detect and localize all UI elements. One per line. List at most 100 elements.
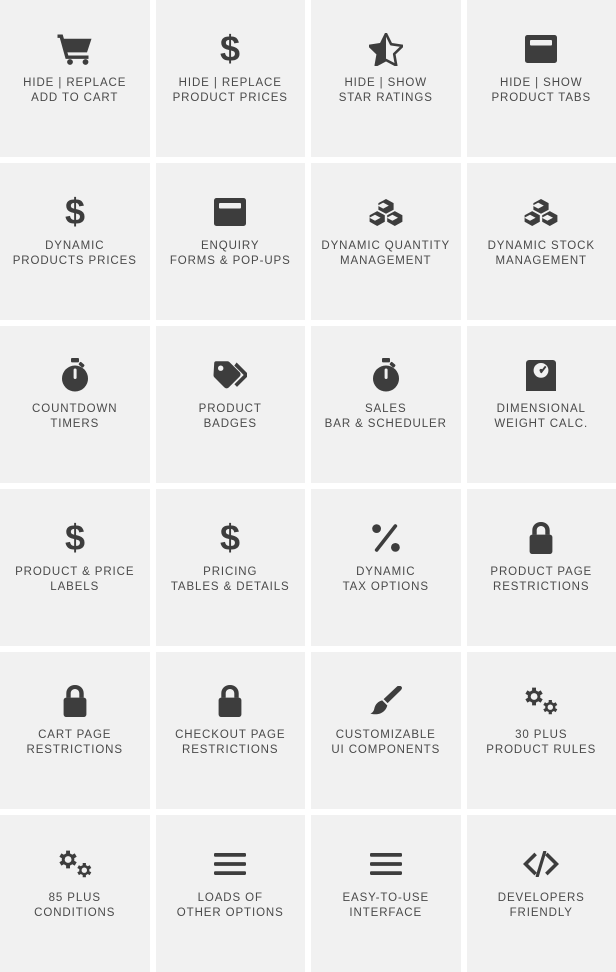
feature-card[interactable]: PRODUCT PAGERESTRICTIONS bbox=[467, 489, 616, 646]
feature-card-label-line1: HIDE | SHOW bbox=[500, 77, 583, 89]
feature-card[interactable]: $ PRODUCT & PRICE LABELS bbox=[0, 489, 150, 646]
feature-card[interactable]: COUNTDOWN TIMERS bbox=[0, 326, 150, 483]
feature-card-label-line2: TIMERS bbox=[50, 418, 99, 430]
feature-card[interactable]: HIDE | SHOW PRODUCT TABS bbox=[467, 0, 616, 157]
feature-card[interactable]: DYNAMIC QUANTITYMANAGEMENT bbox=[311, 163, 461, 320]
feature-card-label-line1: SALES bbox=[365, 403, 407, 415]
hamburger-lines-icon bbox=[214, 843, 246, 885]
feature-card-label-line2: PRODUCT TABS bbox=[491, 92, 591, 104]
feature-card[interactable]: ENQUIRY FORMS & POP-UPS bbox=[156, 163, 306, 320]
feature-card-label: DYNAMIC PRODUCTS PRICES bbox=[7, 239, 143, 269]
feature-card-label-line2: PRODUCT RULES bbox=[486, 744, 596, 756]
feature-card-label-line1: PRODUCT & PRICE bbox=[15, 566, 134, 578]
cogs-icon bbox=[57, 843, 93, 885]
feature-card[interactable]: LOADS OFOTHER OPTIONS bbox=[156, 815, 306, 972]
boxes-stack-icon bbox=[524, 191, 558, 233]
feature-card-label-line1: PRODUCT PAGE bbox=[490, 566, 592, 578]
dollar-sign-icon: $ bbox=[64, 191, 86, 233]
feature-card-label-line2: UI COMPONENTS bbox=[331, 744, 440, 756]
paintbrush-icon bbox=[370, 680, 402, 722]
stopwatch-icon bbox=[372, 354, 400, 396]
feature-card[interactable]: DEVELOPERSFRIENDLY bbox=[467, 815, 616, 972]
feature-card-label-line2: BADGES bbox=[204, 418, 257, 430]
feature-card-label-line1: HIDE | SHOW bbox=[344, 77, 427, 89]
feature-card-label-line1: PRODUCT bbox=[199, 403, 262, 415]
dollar-sign-icon: $ bbox=[219, 517, 241, 559]
boxes-stack-icon bbox=[369, 191, 403, 233]
feature-card-label: HIDE | SHOW PRODUCT TABS bbox=[485, 76, 597, 106]
feature-card[interactable]: DYNAMIC STOCK MANAGEMENT bbox=[467, 163, 616, 320]
lock-icon bbox=[528, 517, 554, 559]
feature-card-label-line2: BAR & SCHEDULER bbox=[325, 418, 447, 430]
cogs-icon bbox=[523, 680, 559, 722]
feature-card-label: PRODUCT & PRICE LABELS bbox=[9, 565, 140, 595]
feature-card-label: PRODUCT BADGES bbox=[193, 402, 268, 432]
feature-card-label-line1: 30 PLUS bbox=[515, 729, 567, 741]
feature-card-label: HIDE | SHOW STAR RATINGS bbox=[333, 76, 439, 106]
feature-card[interactable]: 30 PLUS PRODUCT RULES bbox=[467, 652, 616, 809]
feature-card-label-line2: PRODUCTS PRICES bbox=[13, 255, 137, 267]
feature-card-label-line1: ENQUIRY bbox=[201, 240, 260, 252]
shopping-cart-icon bbox=[57, 28, 93, 70]
feature-card-label-line2: OTHER OPTIONS bbox=[177, 907, 284, 919]
feature-card[interactable]: $PRICINGTABLES & DETAILS bbox=[156, 489, 306, 646]
feature-card-label-line1: CHECKOUT PAGE bbox=[175, 729, 285, 741]
feature-card[interactable]: CHECKOUT PAGERESTRICTIONS bbox=[156, 652, 306, 809]
feature-card-label-line2: MANAGEMENT bbox=[496, 255, 587, 267]
feature-card-label-line1: DYNAMIC bbox=[45, 240, 104, 252]
feature-card[interactable]: HIDE | SHOW STAR RATINGS bbox=[311, 0, 461, 157]
feature-card[interactable]: DIMENSIONALWEIGHT CALC. bbox=[467, 326, 616, 483]
feature-card-label: CUSTOMIZABLE UI COMPONENTS bbox=[325, 728, 446, 758]
feature-card-label-line1: CUSTOMIZABLE bbox=[336, 729, 436, 741]
feature-card[interactable]: CUSTOMIZABLE UI COMPONENTS bbox=[311, 652, 461, 809]
enquiry-window-icon bbox=[214, 191, 246, 233]
feature-card-label: HIDE | REPLACEADD TO CART bbox=[17, 76, 132, 106]
svg-text:$: $ bbox=[220, 520, 240, 556]
feature-card-label-line1: 85 PLUS bbox=[49, 892, 101, 904]
feature-card-label-line2: CONDITIONS bbox=[34, 907, 115, 919]
stopwatch-icon bbox=[61, 354, 89, 396]
feature-card-label-line2: TAX OPTIONS bbox=[343, 581, 429, 593]
feature-card-label-line1: DYNAMIC bbox=[356, 566, 415, 578]
half-star-icon bbox=[369, 28, 403, 70]
feature-card-label-line2: PRODUCT PRICES bbox=[173, 92, 288, 104]
tags-icon bbox=[213, 354, 247, 396]
feature-card-label: 30 PLUS PRODUCT RULES bbox=[480, 728, 602, 758]
feature-card-label-line1: DYNAMIC STOCK bbox=[488, 240, 595, 252]
feature-card[interactable]: $ HIDE | REPLACEPRODUCT PRICES bbox=[156, 0, 306, 157]
hamburger-lines-icon bbox=[370, 843, 402, 885]
feature-card[interactable]: $ DYNAMIC PRODUCTS PRICES bbox=[0, 163, 150, 320]
code-brackets-icon bbox=[522, 843, 560, 885]
feature-card-label: ENQUIRY FORMS & POP-UPS bbox=[164, 239, 297, 269]
feature-card[interactable]: 85 PLUS CONDITIONS bbox=[0, 815, 150, 972]
dollar-sign-icon: $ bbox=[64, 517, 86, 559]
feature-card-label-line1: HIDE | REPLACE bbox=[23, 77, 126, 89]
feature-card[interactable]: HIDE | REPLACEADD TO CART bbox=[0, 0, 150, 157]
feature-card-label-line2: STAR RATINGS bbox=[339, 92, 433, 104]
dollar-sign-icon: $ bbox=[219, 28, 241, 70]
feature-card-label-line1: EASY-TO-USE bbox=[342, 892, 429, 904]
feature-card-label: DIMENSIONALWEIGHT CALC. bbox=[488, 402, 594, 432]
svg-text:$: $ bbox=[220, 31, 240, 67]
feature-card-label-line1: COUNTDOWN bbox=[32, 403, 117, 415]
feature-card-label: CHECKOUT PAGERESTRICTIONS bbox=[169, 728, 291, 758]
feature-card[interactable]: EASY-TO-USEINTERFACE bbox=[311, 815, 461, 972]
feature-card-label: HIDE | REPLACEPRODUCT PRICES bbox=[167, 76, 294, 106]
feature-card-label-line2: MANAGEMENT bbox=[340, 255, 431, 267]
feature-card-label: CART PAGERESTRICTIONS bbox=[21, 728, 129, 758]
feature-card[interactable]: DYNAMIC TAX OPTIONS bbox=[311, 489, 461, 646]
feature-card[interactable]: PRODUCT BADGES bbox=[156, 326, 306, 483]
feature-card[interactable]: CART PAGERESTRICTIONS bbox=[0, 652, 150, 809]
svg-text:$: $ bbox=[65, 520, 85, 556]
feature-card-label-line1: PRICING bbox=[203, 566, 257, 578]
feature-card-label: DYNAMIC STOCK MANAGEMENT bbox=[482, 239, 601, 269]
feature-card-label-line2: FORMS & POP-UPS bbox=[170, 255, 291, 267]
feature-card-label: PRODUCT PAGERESTRICTIONS bbox=[484, 565, 598, 595]
feature-card-label-line2: LABELS bbox=[50, 581, 99, 593]
feature-card-label-line2: RESTRICTIONS bbox=[27, 744, 123, 756]
feature-card[interactable]: SALES BAR & SCHEDULER bbox=[311, 326, 461, 483]
feature-card-label: EASY-TO-USEINTERFACE bbox=[336, 891, 435, 921]
feature-grid: HIDE | REPLACEADD TO CART $ HIDE | REPLACE… bbox=[0, 0, 616, 972]
feature-card-label: DEVELOPERSFRIENDLY bbox=[492, 891, 591, 921]
feature-card-label: LOADS OFOTHER OPTIONS bbox=[171, 891, 290, 921]
